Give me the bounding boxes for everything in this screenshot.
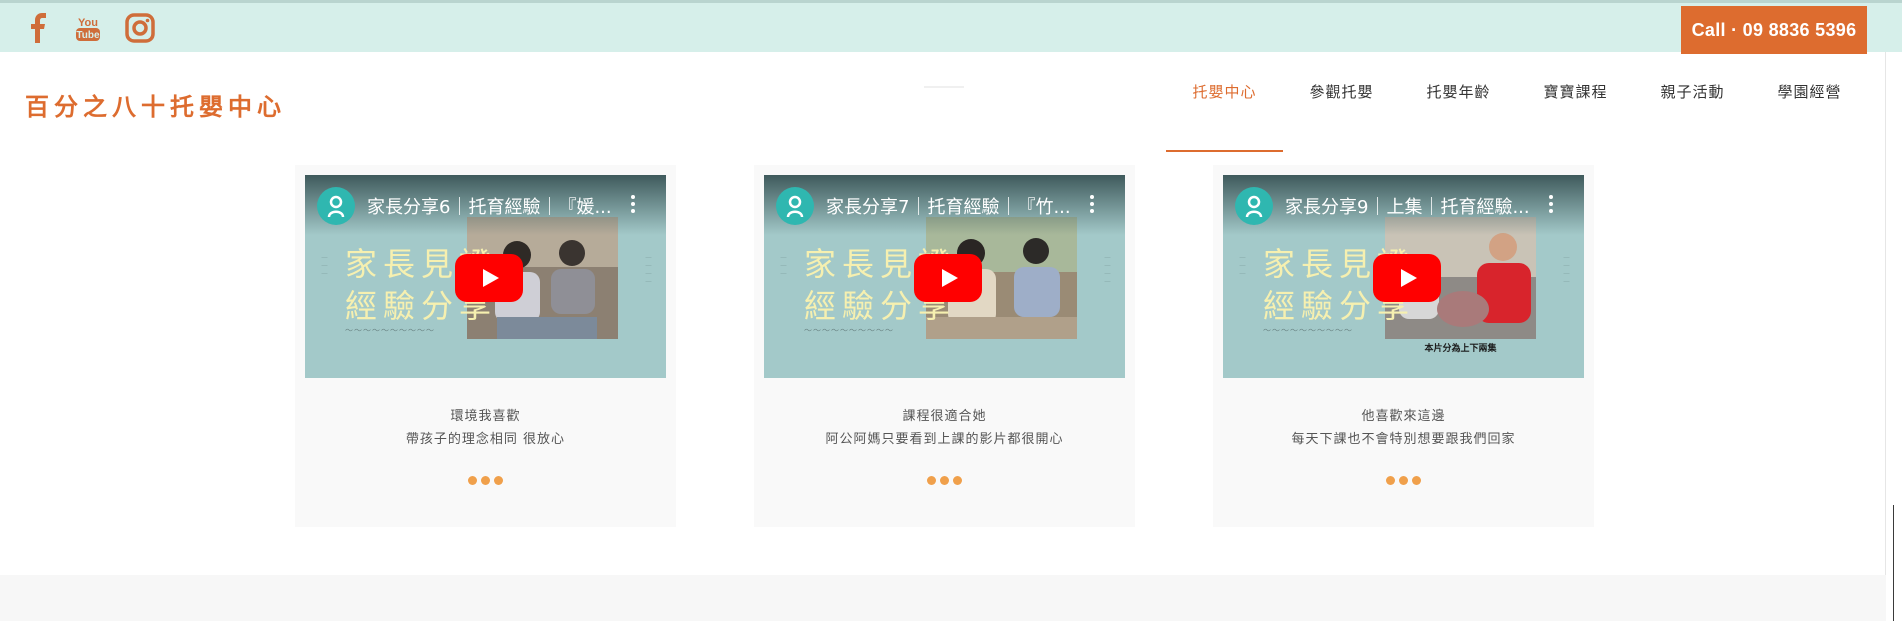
testimonial-quote: 環境我喜歡 帶孩子的理念相同 很放心 [295, 405, 676, 451]
channel-avatar[interactable] [317, 187, 355, 225]
page-scrollbar[interactable] [1885, 0, 1902, 621]
nav-item-activities[interactable]: 親子活動 [1634, 80, 1751, 152]
faded-heading [780, 40, 1120, 60]
nav-label: 托嬰年齡 [1426, 83, 1491, 101]
faded-heading-underline [924, 86, 964, 88]
video-photo-caption: 本片分為上下兩集 [1424, 344, 1497, 354]
testimonial-card: 本片分為上下兩集 家長見證 經驗分享 ～～～～～～～～～～ ｜｜｜ ｜｜｜｜ 家… [1213, 165, 1594, 527]
channel-avatar[interactable] [1235, 187, 1273, 225]
nav-label: 寶寶課程 [1543, 83, 1608, 101]
more-dots-icon[interactable] [1213, 476, 1594, 485]
video-embed[interactable]: 家長見證 經驗分享 ～～～～～～～～～～ ｜｜｜ ｜｜｜｜ 家長分享6｜托育經驗… [305, 175, 666, 378]
thumbnail-side-label: ｜｜｜ [320, 255, 327, 279]
nav-label: 親子活動 [1660, 83, 1725, 101]
nav-label: 托嬰中心 [1192, 83, 1257, 101]
nav-label: 參觀托嬰 [1309, 83, 1374, 101]
video-title[interactable]: 家長分享7｜托育經驗｜『竹... [826, 193, 1076, 219]
play-icon [1401, 269, 1417, 287]
play-icon [942, 269, 958, 287]
nav-item-age[interactable]: 托嬰年齡 [1400, 80, 1517, 152]
testimonial-card: 家長見證 經驗分享 ～～～～～～～～～～ ｜｜｜ ｜｜｜｜ 家長分享7｜托育經驗… [754, 165, 1135, 527]
thumbnail-side-label: ｜｜｜｜ [1562, 255, 1569, 287]
more-options-icon[interactable] [1548, 195, 1554, 217]
thumbnail-subtext: ～～～～～～～～～～ [345, 326, 435, 335]
nav-item-visit[interactable]: 參觀托嬰 [1283, 80, 1400, 152]
nav-label: 學園經營 [1777, 83, 1842, 101]
thumbnail-side-label: ｜｜｜｜ [644, 255, 651, 287]
nav-item-management[interactable]: 學園經營 [1751, 80, 1868, 152]
youtube-icon-bottom-text: Tube [76, 30, 100, 41]
testimonial-quote: 課程很適合她 阿公阿媽只要看到上課的影片都很開心 [754, 405, 1135, 451]
thumbnail-side-label: ｜｜｜｜ [1103, 255, 1110, 287]
more-dots-icon[interactable] [754, 476, 1135, 485]
thumbnail-subtext: ～～～～～～～～～～ [804, 326, 894, 335]
channel-avatar[interactable] [776, 187, 814, 225]
call-button[interactable]: Call · 09 8836 5396 [1681, 6, 1867, 54]
quote-line-1: 他喜歡來這邊 [1361, 409, 1446, 424]
site-logo[interactable]: 百分之八十托嬰中心 [25, 87, 286, 122]
quote-line-1: 環境我喜歡 [450, 409, 521, 424]
nav-item-courses[interactable]: 寶寶課程 [1517, 80, 1634, 152]
testimonial-card: 家長見證 經驗分享 ～～～～～～～～～～ ｜｜｜ ｜｜｜｜ 家長分享6｜托育經驗… [295, 165, 676, 527]
facebook-icon[interactable] [22, 13, 56, 43]
thumbnail-subtext: ～～～～～～～～～～ [1263, 326, 1353, 335]
quote-line-2: 帶孩子的理念相同 很放心 [405, 432, 566, 447]
more-options-icon[interactable] [630, 195, 636, 217]
quote-line-2: 每天下課也不會特別想要跟我們回家 [1291, 432, 1516, 447]
video-embed[interactable]: 本片分為上下兩集 家長見證 經驗分享 ～～～～～～～～～～ ｜｜｜ ｜｜｜｜ 家… [1223, 175, 1584, 378]
play-button[interactable] [455, 254, 523, 302]
play-button[interactable] [1373, 254, 1441, 302]
video-title[interactable]: 家長分享9｜上集｜托育經驗... [1285, 193, 1535, 219]
nav-item-nursery-center[interactable]: 托嬰中心 [1166, 80, 1283, 152]
youtube-icon-top-text: You [78, 17, 98, 29]
video-title[interactable]: 家長分享6｜托育經驗｜『媛... [367, 193, 617, 219]
youtube-icon[interactable]: You Tube [71, 13, 105, 43]
play-icon [483, 269, 499, 287]
quote-line-2: 阿公阿媽只要看到上課的影片都很開心 [825, 432, 1064, 447]
nav-active-underline [1166, 150, 1283, 152]
thumbnail-side-label: ｜｜｜ [1238, 255, 1245, 279]
thumbnail-side-label: ｜｜｜ [779, 255, 786, 279]
play-button[interactable] [914, 254, 982, 302]
next-section-background [0, 575, 1886, 621]
quote-line-1: 課程很適合她 [902, 409, 987, 424]
more-dots-icon[interactable] [295, 476, 676, 485]
video-embed[interactable]: 家長見證 經驗分享 ～～～～～～～～～～ ｜｜｜ ｜｜｜｜ 家長分享7｜托育經驗… [764, 175, 1125, 378]
scrollbar-thumb[interactable] [1893, 505, 1894, 621]
testimonial-quote: 他喜歡來這邊 每天下課也不會特別想要跟我們回家 [1213, 405, 1594, 451]
more-options-icon[interactable] [1089, 195, 1095, 217]
instagram-icon[interactable] [123, 13, 157, 43]
main-nav: 托嬰中心 參觀托嬰 托嬰年齡 寶寶課程 親子活動 學園經營 [1166, 80, 1868, 152]
